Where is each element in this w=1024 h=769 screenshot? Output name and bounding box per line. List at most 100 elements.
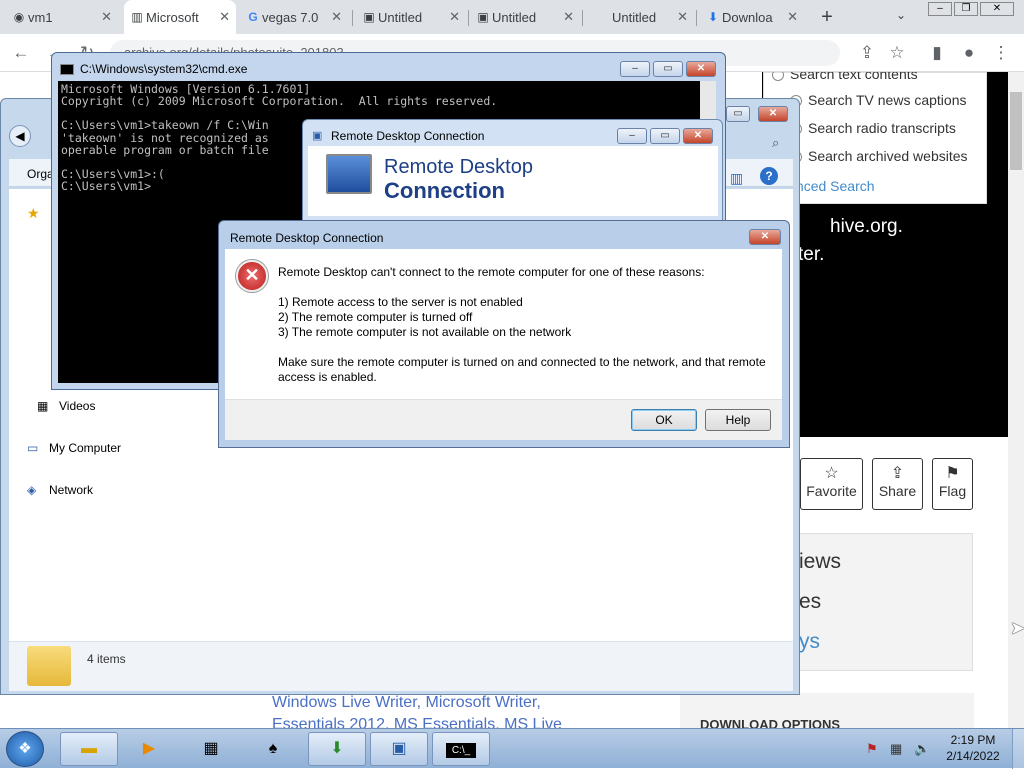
tab-microsoft[interactable]: ▥ Microsoft ✕ <box>124 0 236 34</box>
subject-links-line-1[interactable]: Windows Live Writer, Microsoft Writer, <box>272 692 562 714</box>
profile-avatar-icon[interactable]: ● <box>958 42 980 64</box>
error-icon: ✕ <box>236 260 268 292</box>
nav-label: Network <box>49 483 94 497</box>
back-arrow-icon[interactable]: ◀ <box>9 125 31 147</box>
github-icon: ◉ <box>13 10 25 24</box>
clock-time[interactable]: 2:19 PM <box>940 733 1006 747</box>
show-desktop-button[interactable] <box>1012 729 1024 769</box>
close-icon[interactable]: ✕ <box>563 9 574 25</box>
layout-icon[interactable]: ▥ <box>730 170 743 187</box>
radio-icon[interactable] <box>772 72 784 81</box>
download-icon: ⬇ <box>707 10 719 24</box>
share-icon[interactable]: ⇪ <box>856 42 878 64</box>
google-icon: G <box>248 10 258 24</box>
reason-3: 3) The remote computer is not available … <box>278 325 572 339</box>
taskbar-rdc[interactable]: ▣ <box>370 732 428 766</box>
tab-separator <box>468 10 469 26</box>
reason-2: 2) The remote computer is turned off <box>278 310 473 324</box>
organize-menu[interactable]: Orga <box>27 167 54 181</box>
volume-icon[interactable]: 🔈 <box>914 741 930 757</box>
taskbar-media-player[interactable]: ▶ <box>120 732 178 766</box>
close-button[interactable]: ✕ <box>686 61 716 77</box>
folder-icon: ▣ <box>477 10 489 24</box>
minimize-button[interactable]: – <box>620 61 650 77</box>
favorite-button[interactable]: ☆ Favorite <box>800 458 863 510</box>
tab-downloads[interactable]: ⬇ Downloa ✕ <box>700 0 804 34</box>
tab-untitled-3[interactable]: Untitled ✕ <box>590 0 694 34</box>
taskbar-installer[interactable]: ⬇ <box>308 732 366 766</box>
explorer-maximize-button[interactable]: ▭ <box>726 106 750 122</box>
rdc-monitor-icon <box>326 154 372 194</box>
close-icon[interactable]: ✕ <box>331 9 342 25</box>
flag-button[interactable]: ⚑ Flag <box>932 458 973 510</box>
reviews-stat[interactable]: ys <box>799 630 820 654</box>
new-tab-button[interactable]: + <box>816 6 838 28</box>
close-window-button[interactable]: ✕ <box>980 2 1014 16</box>
search-option-text[interactable]: Search text contents <box>772 72 918 82</box>
close-button[interactable]: ✕ <box>683 128 713 144</box>
taskbar-solitaire[interactable]: ♠ <box>244 732 302 766</box>
taskbar-explorer[interactable]: ▬ <box>60 732 118 766</box>
share-button[interactable]: ⇪ Share <box>872 458 923 510</box>
favorites-stat: es <box>799 590 822 613</box>
close-icon[interactable]: ✕ <box>677 9 688 25</box>
menu-kebab-icon[interactable]: ⋮ <box>990 42 1012 64</box>
subject-links-line-2[interactable]: Essentials 2012, MS Essentials, MS Live <box>272 714 562 728</box>
tab-label: Microsoft <box>146 9 199 25</box>
network-icon[interactable]: ▦ <box>890 741 902 757</box>
close-icon[interactable]: ✕ <box>787 9 798 25</box>
help-icon[interactable]: ? <box>760 167 778 185</box>
taskbar-calculator[interactable]: ▦ <box>182 732 240 766</box>
side-panel-icon[interactable]: ▮ <box>926 42 948 64</box>
subject-links[interactable]: Windows Live Writer, Microsoft Writer, E… <box>272 692 562 728</box>
favorites-star-icon[interactable]: ★ <box>27 205 40 222</box>
minimize-button[interactable]: – <box>928 2 952 16</box>
action-center-flag-icon[interactable]: ⚑ <box>866 741 878 757</box>
start-button[interactable]: ❖ <box>6 731 44 767</box>
rdc-icon: ▣ <box>391 740 407 757</box>
taskbar-cmd[interactable]: C:\_ <box>432 732 490 766</box>
explorer-close-button[interactable]: ✕ <box>758 106 788 122</box>
maximize-button[interactable]: ❐ <box>954 2 978 16</box>
tab-untitled-2[interactable]: ▣ Untitled ✕ <box>470 0 580 34</box>
reason-1: 1) Remote access to the server is not en… <box>278 295 523 309</box>
clock-date[interactable]: 2/14/2022 <box>940 749 1006 763</box>
close-button[interactable]: ✕ <box>749 229 781 245</box>
tab-separator <box>696 10 697 26</box>
tab-search-icon[interactable]: ⌄ <box>896 8 906 22</box>
maximize-button[interactable]: ▭ <box>653 61 683 77</box>
maximize-button[interactable]: ▭ <box>650 128 680 144</box>
back-arrow-icon[interactable]: ← <box>10 42 32 64</box>
tab-label: vm1 <box>28 9 53 25</box>
browser-tab-strip: ◉ vm1 ✕ ▥ Microsoft ✕ G vegas 7.0 ✕ ▣ Un… <box>0 0 1024 34</box>
dialog-footer: OK Help <box>225 399 782 440</box>
search-option-radio[interactable]: Search radio transcripts <box>790 120 956 136</box>
flag-label: Flag <box>938 483 967 499</box>
flag-icon: ⚑ <box>945 465 960 482</box>
close-icon[interactable]: ✕ <box>449 9 460 25</box>
rdc-heading-1: Remote Desktop <box>384 156 533 178</box>
minimize-button[interactable]: – <box>617 128 647 144</box>
tab-vm1[interactable]: ◉ vm1 ✕ <box>6 0 118 34</box>
search-option-tv[interactable]: Search TV news captions <box>790 92 967 108</box>
search-icon[interactable]: ⌕ <box>772 135 779 151</box>
folder-icon: ▬ <box>81 740 97 757</box>
scrollbar-thumb[interactable] <box>1010 92 1022 170</box>
option-label: Search TV news captions <box>808 92 967 108</box>
help-button[interactable]: Help <box>705 409 771 431</box>
bookmark-star-icon[interactable]: ☆ <box>886 42 908 64</box>
tab-vegas[interactable]: G vegas 7.0 ✕ <box>240 0 348 34</box>
search-option-web[interactable]: Search archived websites <box>790 148 968 164</box>
cmd-icon <box>60 64 74 75</box>
mouse-cursor-icon: ➤ <box>1010 618 1024 638</box>
blank-icon <box>596 10 610 24</box>
tab-label: Untitled <box>612 9 657 25</box>
views-stat: iews <box>799 550 842 573</box>
close-icon[interactable]: ✕ <box>101 9 112 25</box>
tab-label: vegas 7.0 <box>262 9 319 25</box>
close-icon[interactable]: ✕ <box>219 9 230 25</box>
ok-button[interactable]: OK <box>631 409 697 431</box>
tab-untitled-1[interactable]: ▣ Untitled ✕ <box>356 0 466 34</box>
download-options-box: DOWNLOAD OPTIONS <box>680 693 974 728</box>
media-player-icon: ▶ <box>142 740 156 757</box>
